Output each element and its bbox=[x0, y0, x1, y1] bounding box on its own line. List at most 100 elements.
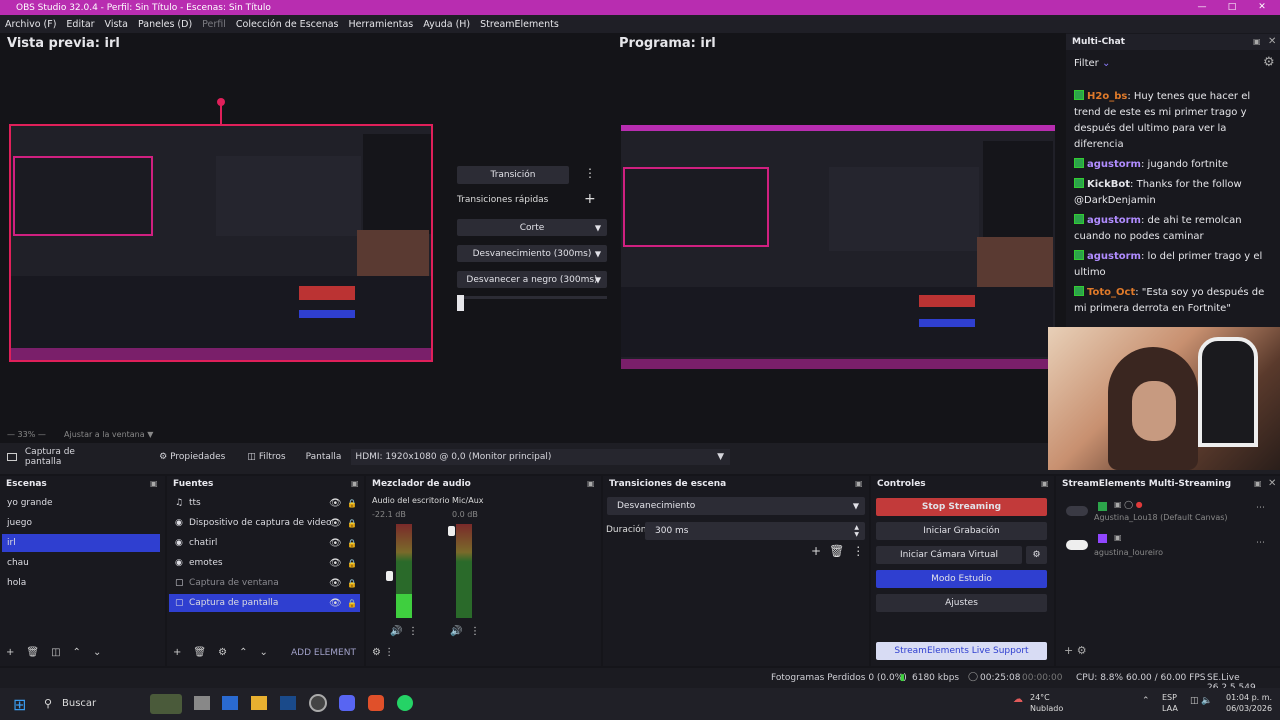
menu-vista[interactable]: Vista bbox=[100, 19, 133, 30]
down-icon[interactable]: ⌄ bbox=[259, 647, 267, 658]
eye-icon[interactable]: 👁 bbox=[329, 558, 342, 569]
close-icon[interactable]: ✕ bbox=[1268, 36, 1276, 47]
obs-icon[interactable] bbox=[309, 694, 327, 712]
volume-slider-desktop[interactable] bbox=[386, 571, 393, 581]
float-icon[interactable]: ▣ bbox=[1041, 479, 1049, 488]
menu-coleccion[interactable]: Colección de Escenas bbox=[231, 19, 344, 30]
menu-paneles[interactable]: Paneles (D) bbox=[133, 19, 197, 30]
transition-select[interactable]: Desvanecimiento ▼ bbox=[607, 497, 865, 515]
menu-ayuda[interactable]: Ayuda (H) bbox=[418, 19, 475, 30]
add-element-button[interactable]: ADD ELEMENT bbox=[291, 648, 356, 658]
float-icon[interactable]: ▣ bbox=[1254, 479, 1262, 488]
chat-username[interactable]: agustorm bbox=[1087, 251, 1141, 262]
menu-dots-icon[interactable]: ⋯ bbox=[1256, 503, 1265, 513]
studio-mode-button[interactable]: Modo Estudio bbox=[876, 570, 1047, 588]
lock-icon[interactable]: 🔒 bbox=[347, 499, 357, 508]
trash-icon[interactable]: 🗑 bbox=[26, 647, 39, 658]
store-icon[interactable] bbox=[222, 696, 238, 710]
clock-time[interactable]: 01:04 p. m. bbox=[1226, 693, 1272, 702]
menu-dots-icon[interactable]: ⋮ bbox=[852, 544, 864, 558]
menu-dots-icon[interactable]: ⋯ bbox=[1256, 538, 1265, 548]
steam-icon[interactable] bbox=[280, 696, 296, 710]
display-select[interactable]: HDMI: 1920x1080 @ 0,0 (Monitor principal… bbox=[351, 449, 731, 465]
filters-button[interactable]: Filtros bbox=[259, 452, 286, 462]
virtual-camera-button[interactable]: Iniciar Cámara Virtual bbox=[876, 546, 1022, 564]
start-recording-button[interactable]: Iniciar Grabación bbox=[876, 522, 1047, 540]
source-item[interactable]: ◉ chatirl 👁 🔒 bbox=[169, 534, 360, 552]
speaker-icon[interactable]: 🔊 bbox=[450, 626, 462, 637]
menu-dots-icon[interactable]: ⋮ bbox=[470, 626, 480, 637]
quick-transition-fade[interactable]: Desvanecimiento (300ms) ▼ bbox=[457, 245, 607, 262]
chat-username[interactable]: H2o_bs bbox=[1087, 91, 1127, 102]
scene-item[interactable]: yo grande bbox=[2, 494, 160, 512]
add-icon[interactable]: + ⚙ bbox=[1064, 644, 1087, 657]
live-support-button[interactable]: StreamElements Live Support bbox=[876, 642, 1047, 660]
source-item[interactable]: ♫ tts 👁 🔒 bbox=[169, 494, 360, 512]
news-icon[interactable] bbox=[150, 694, 182, 714]
network-icon[interactable]: ◫ 🔈 bbox=[1190, 696, 1213, 706]
gear-icon[interactable]: ⚙ bbox=[1263, 55, 1275, 70]
quick-transition-fade-black[interactable]: Desvanecer a negro (300ms) ▼ bbox=[457, 271, 607, 288]
tbar-handle[interactable] bbox=[457, 295, 464, 311]
eye-icon[interactable]: 👁 bbox=[329, 498, 342, 509]
trash-icon[interactable]: 🗑 bbox=[829, 544, 844, 558]
lock-icon[interactable]: 🔒 bbox=[347, 599, 357, 608]
menu-editar[interactable]: Editar bbox=[61, 19, 99, 30]
chat-username[interactable]: KickBot bbox=[1087, 179, 1130, 190]
eye-icon[interactable]: 👁 bbox=[329, 578, 342, 589]
quick-transition-corte[interactable]: Corte ▼ bbox=[457, 219, 607, 236]
chat-username[interactable]: Toto_Oct bbox=[1087, 287, 1135, 298]
zoom-level[interactable]: — 33% — bbox=[7, 430, 46, 439]
menu-herramientas[interactable]: Herramientas bbox=[344, 19, 419, 30]
mixer-settings-icon[interactable]: ⚙ ⋮ bbox=[372, 647, 394, 658]
menu-perfil[interactable]: Perfil bbox=[197, 19, 231, 30]
lang-primary[interactable]: ESP bbox=[1162, 693, 1177, 702]
maximize-icon[interactable]: □ bbox=[1217, 0, 1247, 15]
trash-icon[interactable]: 🗑 bbox=[193, 647, 206, 658]
discord-icon[interactable] bbox=[339, 695, 355, 711]
add-quick-transition-icon[interactable]: + bbox=[584, 191, 596, 207]
eye-icon[interactable]: 👁 bbox=[329, 538, 342, 549]
fit-window-select[interactable]: Ajustar a la ventana ▼ bbox=[64, 430, 153, 439]
chat-filter[interactable]: Filter ⌄ bbox=[1074, 58, 1110, 69]
stop-streaming-button[interactable]: Stop Streaming bbox=[876, 498, 1047, 516]
source-item[interactable]: ◉ emotes 👁 🔒 bbox=[169, 554, 360, 572]
up-icon[interactable]: ⌃ bbox=[73, 647, 81, 658]
speaker-icon[interactable]: 🔊 bbox=[390, 626, 402, 637]
settings-button[interactable]: Ajustes bbox=[876, 594, 1047, 612]
scene-item[interactable]: hola bbox=[2, 574, 160, 592]
lock-icon[interactable]: 🔒 bbox=[347, 559, 357, 568]
scene-item[interactable]: chau bbox=[2, 554, 160, 572]
taskbar-search[interactable]: Buscar bbox=[62, 698, 96, 709]
toggle-switch[interactable] bbox=[1066, 506, 1088, 516]
menu-archivo[interactable]: Archivo (F) bbox=[0, 19, 61, 30]
up-icon[interactable]: ⌃ bbox=[239, 647, 247, 658]
chat-username[interactable]: agustorm bbox=[1087, 159, 1141, 170]
menu-dots-icon[interactable]: ⋮ bbox=[408, 626, 418, 637]
lock-icon[interactable]: 🔒 bbox=[347, 539, 357, 548]
weather-temp[interactable]: 24°C bbox=[1030, 693, 1050, 702]
folder-icon[interactable] bbox=[251, 696, 267, 710]
add-icon[interactable]: + bbox=[173, 647, 181, 658]
duration-spinbox[interactable]: 300 ms ▲ ▼ bbox=[645, 522, 865, 540]
chat-username[interactable]: agustorm bbox=[1087, 215, 1141, 226]
preview-canvas[interactable] bbox=[9, 124, 433, 362]
scene-item[interactable]: juego bbox=[2, 514, 160, 532]
scene-item-selected[interactable]: irl bbox=[2, 534, 160, 552]
lock-icon[interactable]: 🔒 bbox=[347, 579, 357, 588]
properties-button[interactable]: Propiedades bbox=[170, 452, 225, 462]
eye-icon[interactable]: 👁 bbox=[329, 518, 342, 529]
float-icon[interactable]: ▣ bbox=[150, 479, 158, 488]
menu-streamelements[interactable]: StreamElements bbox=[475, 19, 564, 30]
toggle-switch[interactable] bbox=[1066, 540, 1088, 550]
taskview-icon[interactable] bbox=[194, 696, 210, 710]
add-icon[interactable]: + bbox=[6, 647, 14, 658]
lock-icon[interactable]: 🔒 bbox=[347, 519, 357, 528]
search-icon[interactable]: ⚲ bbox=[44, 697, 52, 710]
transition-menu-icon[interactable]: ⋮ bbox=[584, 166, 596, 180]
float-icon[interactable]: ▣ bbox=[587, 479, 595, 488]
float-icon[interactable]: ▣ bbox=[855, 479, 863, 488]
gear-icon[interactable]: ⚙ bbox=[1026, 546, 1047, 564]
source-item[interactable]: ▢ Captura de pantalla 👁 🔒 bbox=[169, 594, 360, 612]
whatsapp-icon[interactable] bbox=[397, 695, 413, 711]
